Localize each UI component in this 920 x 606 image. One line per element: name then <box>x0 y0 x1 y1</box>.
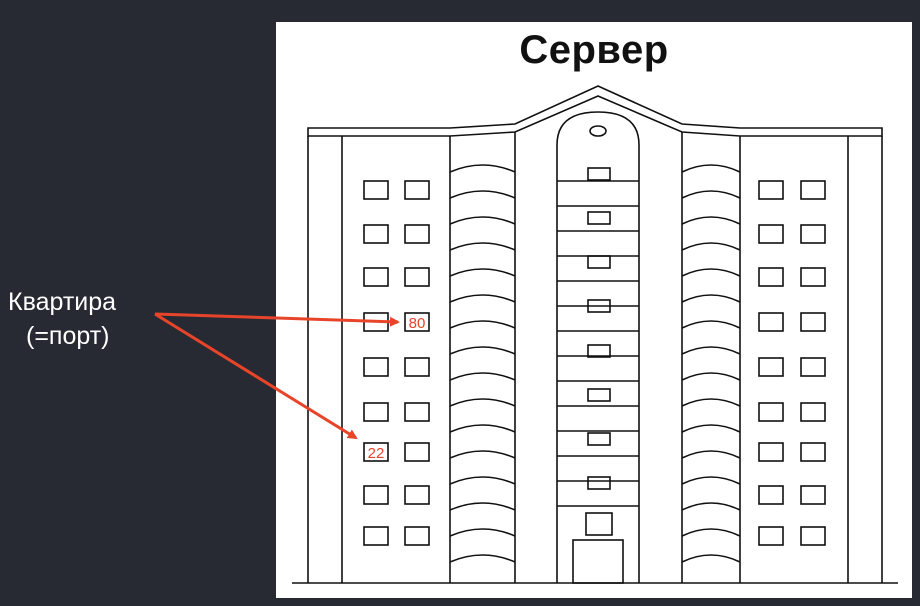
apartment-window <box>363 224 389 244</box>
bay-window-arc <box>449 424 516 433</box>
left-bay-arcs <box>449 164 516 563</box>
bay-window-arc <box>449 450 516 459</box>
apartment-window <box>363 180 389 200</box>
diagram-title: Сервер <box>519 28 669 72</box>
apartment-window <box>800 312 826 332</box>
apartment-window <box>404 402 430 422</box>
slide: 80 22 Сервер Квартира (=порт) <box>0 0 920 606</box>
bay-window-arc <box>681 424 741 433</box>
bay-window-arc <box>681 190 741 199</box>
apartment-window <box>758 224 784 244</box>
apartment-window <box>404 526 430 546</box>
apartment-window <box>363 357 389 377</box>
arrow-to-port-80 <box>154 312 400 327</box>
tower-window <box>587 167 611 181</box>
bay-window-arc <box>681 216 741 225</box>
apartment-window <box>363 526 389 546</box>
tower-window <box>587 211 611 225</box>
tower-window <box>585 512 613 536</box>
bay-window-arc <box>681 268 741 277</box>
bay-window-arc <box>681 476 741 485</box>
bay-window-arc <box>681 164 741 173</box>
arrow-to-port-22 <box>154 312 358 440</box>
apartment-window <box>800 180 826 200</box>
port-equivalence-label: (=порт) <box>26 322 110 350</box>
bay-window-arc <box>681 398 741 407</box>
apartment-label: Квартира <box>8 288 117 316</box>
bay-window-arc <box>449 476 516 485</box>
bay-window-arc <box>449 554 516 563</box>
apartment-window <box>363 485 389 505</box>
bay-window-arc <box>449 216 516 225</box>
apartment-window <box>758 312 784 332</box>
entrance-door <box>572 539 624 584</box>
apartment-window <box>404 442 430 462</box>
apartment-window <box>404 224 430 244</box>
bay-window-arc <box>681 242 741 251</box>
apartment-window <box>800 224 826 244</box>
tower-window <box>587 255 611 269</box>
apartment-window <box>404 357 430 377</box>
tower-floors <box>557 167 639 536</box>
apartment-windows <box>363 180 826 546</box>
apartment-window <box>758 485 784 505</box>
apartment-window <box>800 485 826 505</box>
bay-window-arc <box>449 268 516 277</box>
bay-window-arc <box>449 242 516 251</box>
bay-window-arc <box>681 450 741 459</box>
bay-window-arc <box>449 294 516 303</box>
apartment-window <box>404 267 430 287</box>
bay-window-arc <box>449 372 516 381</box>
bay-window-arc <box>681 320 741 329</box>
bay-window-arc <box>681 372 741 381</box>
apartment-window <box>758 526 784 546</box>
bay-window-arc <box>449 502 516 511</box>
apartment-window <box>404 180 430 200</box>
apartment-window <box>800 526 826 546</box>
tower-window <box>587 388 611 402</box>
bay-window-arc <box>681 528 741 537</box>
tower-oval-window <box>589 125 607 137</box>
roof-outline <box>307 85 883 137</box>
bay-window-arc <box>449 320 516 329</box>
bay-window-arc <box>681 554 741 563</box>
bay-window-arc <box>449 346 516 355</box>
bay-window-arc <box>681 502 741 511</box>
bay-window-arc <box>449 398 516 407</box>
apartment-window <box>758 442 784 462</box>
bay-window-arc <box>449 164 516 173</box>
bay-window-arc <box>449 190 516 199</box>
apartment-window <box>363 402 389 422</box>
apartment-window <box>800 357 826 377</box>
apartment-window <box>404 485 430 505</box>
apartment-80-label: 80 <box>409 315 426 332</box>
apartment-window <box>800 402 826 422</box>
tower-window <box>587 432 611 446</box>
apartment-window <box>758 180 784 200</box>
building <box>292 85 898 584</box>
apartment-window <box>363 267 389 287</box>
tower-window <box>587 476 611 490</box>
apartment-window <box>800 442 826 462</box>
right-bay-arcs <box>681 164 741 563</box>
apartment-window <box>758 357 784 377</box>
apartment-window <box>758 402 784 422</box>
apartment-window <box>758 267 784 287</box>
apartment-window <box>800 267 826 287</box>
bay-window-arc <box>681 346 741 355</box>
bay-window-arc <box>449 528 516 537</box>
building-drawing: 80 22 <box>154 85 898 584</box>
apartment-22-label: 22 <box>368 445 385 462</box>
bay-window-arc <box>681 294 741 303</box>
